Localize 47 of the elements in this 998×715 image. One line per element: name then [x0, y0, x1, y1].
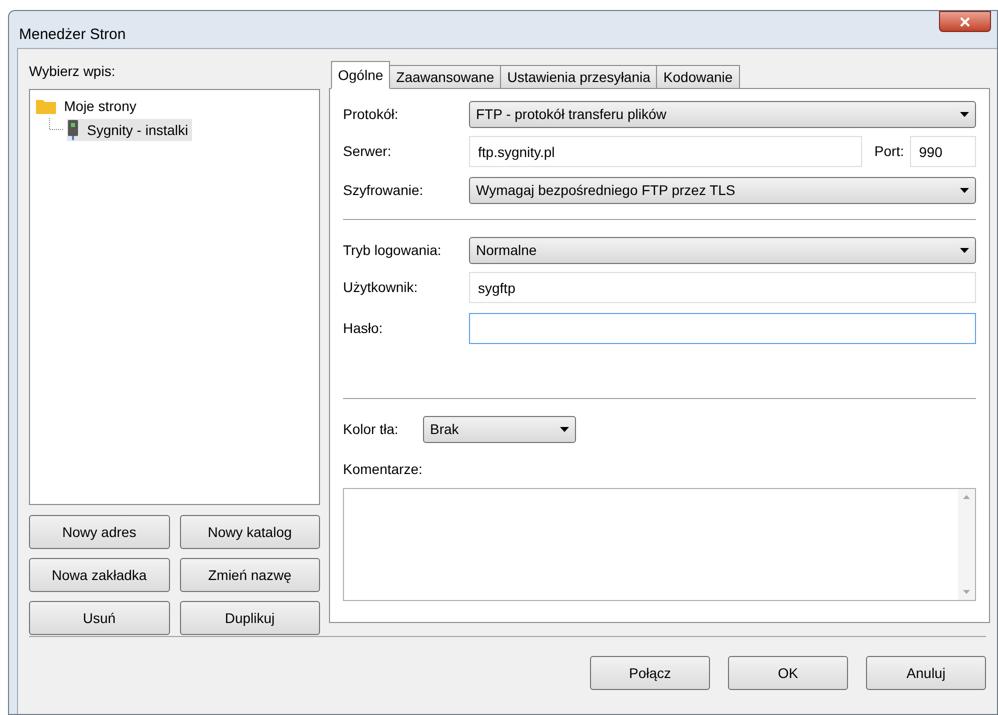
field-label: Tryb logowania: — [343, 241, 442, 260]
tree-item[interactable]: Moje strony — [36, 95, 140, 117]
close-button[interactable] — [939, 11, 991, 32]
field-label: Kolor tła: — [343, 420, 400, 439]
password-field[interactable] — [469, 313, 976, 344]
scroll-up-icon — [963, 495, 970, 499]
tree-connector-icon — [49, 118, 63, 130]
close-icon — [960, 16, 970, 26]
dialog-button[interactable]: Anuluj — [866, 656, 986, 690]
scrollbar[interactable] — [958, 489, 975, 600]
tab[interactable]: Kodowanie — [656, 65, 740, 89]
server-icon — [67, 120, 79, 140]
tab[interactable]: Ustawienia przesyłania — [500, 65, 658, 89]
comments-field[interactable] — [343, 488, 976, 601]
scroll-down-icon — [963, 590, 970, 594]
encryption-select[interactable]: Wymagaj bezpośredniego FTP przez TLS — [469, 177, 976, 204]
tree-item[interactable]: Sygnity - instalki — [67, 119, 192, 141]
field-label: Szyfrowanie: — [343, 181, 424, 200]
field-label: Port: — [874, 142, 904, 161]
dialog-button[interactable]: Nowy adres — [29, 515, 170, 549]
port-field[interactable]: 990 — [910, 136, 976, 167]
dialog-button[interactable]: Połącz — [590, 656, 710, 690]
background-color-select[interactable]: Brak — [423, 416, 576, 443]
caret-icon — [960, 188, 969, 193]
window-title: Menedżer Stron — [19, 25, 126, 45]
dialog-button[interactable]: Nowy katalog — [180, 515, 320, 549]
folder-icon — [36, 98, 56, 114]
tab[interactable]: Ogólne — [331, 61, 390, 89]
tree-label: Wybierz wpis: — [29, 62, 116, 81]
dialog-button[interactable]: Duplikuj — [180, 601, 320, 635]
server-field[interactable]: ftp.sygnity.pl — [469, 136, 862, 167]
tab[interactable]: Zaawansowane — [389, 65, 502, 89]
protocol-select[interactable]: FTP - protokół transferu plików — [469, 101, 976, 128]
user-field[interactable]: sygftp — [469, 272, 976, 303]
field-label: Hasło: — [343, 319, 384, 338]
dialog-button[interactable]: Zmień nazwę — [180, 558, 320, 592]
field-label: Serwer: — [343, 142, 392, 161]
logon-type-select[interactable]: Normalne — [469, 237, 976, 264]
dialog-button[interactable]: Usuń — [29, 601, 170, 635]
dialog-button[interactable]: OK — [728, 656, 848, 690]
caret-icon — [560, 427, 569, 432]
field-label: Użytkownik: — [343, 278, 419, 297]
field-label: Komentarze: — [343, 460, 424, 479]
caret-icon — [960, 248, 969, 253]
field-label: Protokół: — [343, 105, 400, 124]
caret-icon — [960, 112, 969, 117]
dialog-button[interactable]: Nowa zakładka — [29, 558, 170, 592]
